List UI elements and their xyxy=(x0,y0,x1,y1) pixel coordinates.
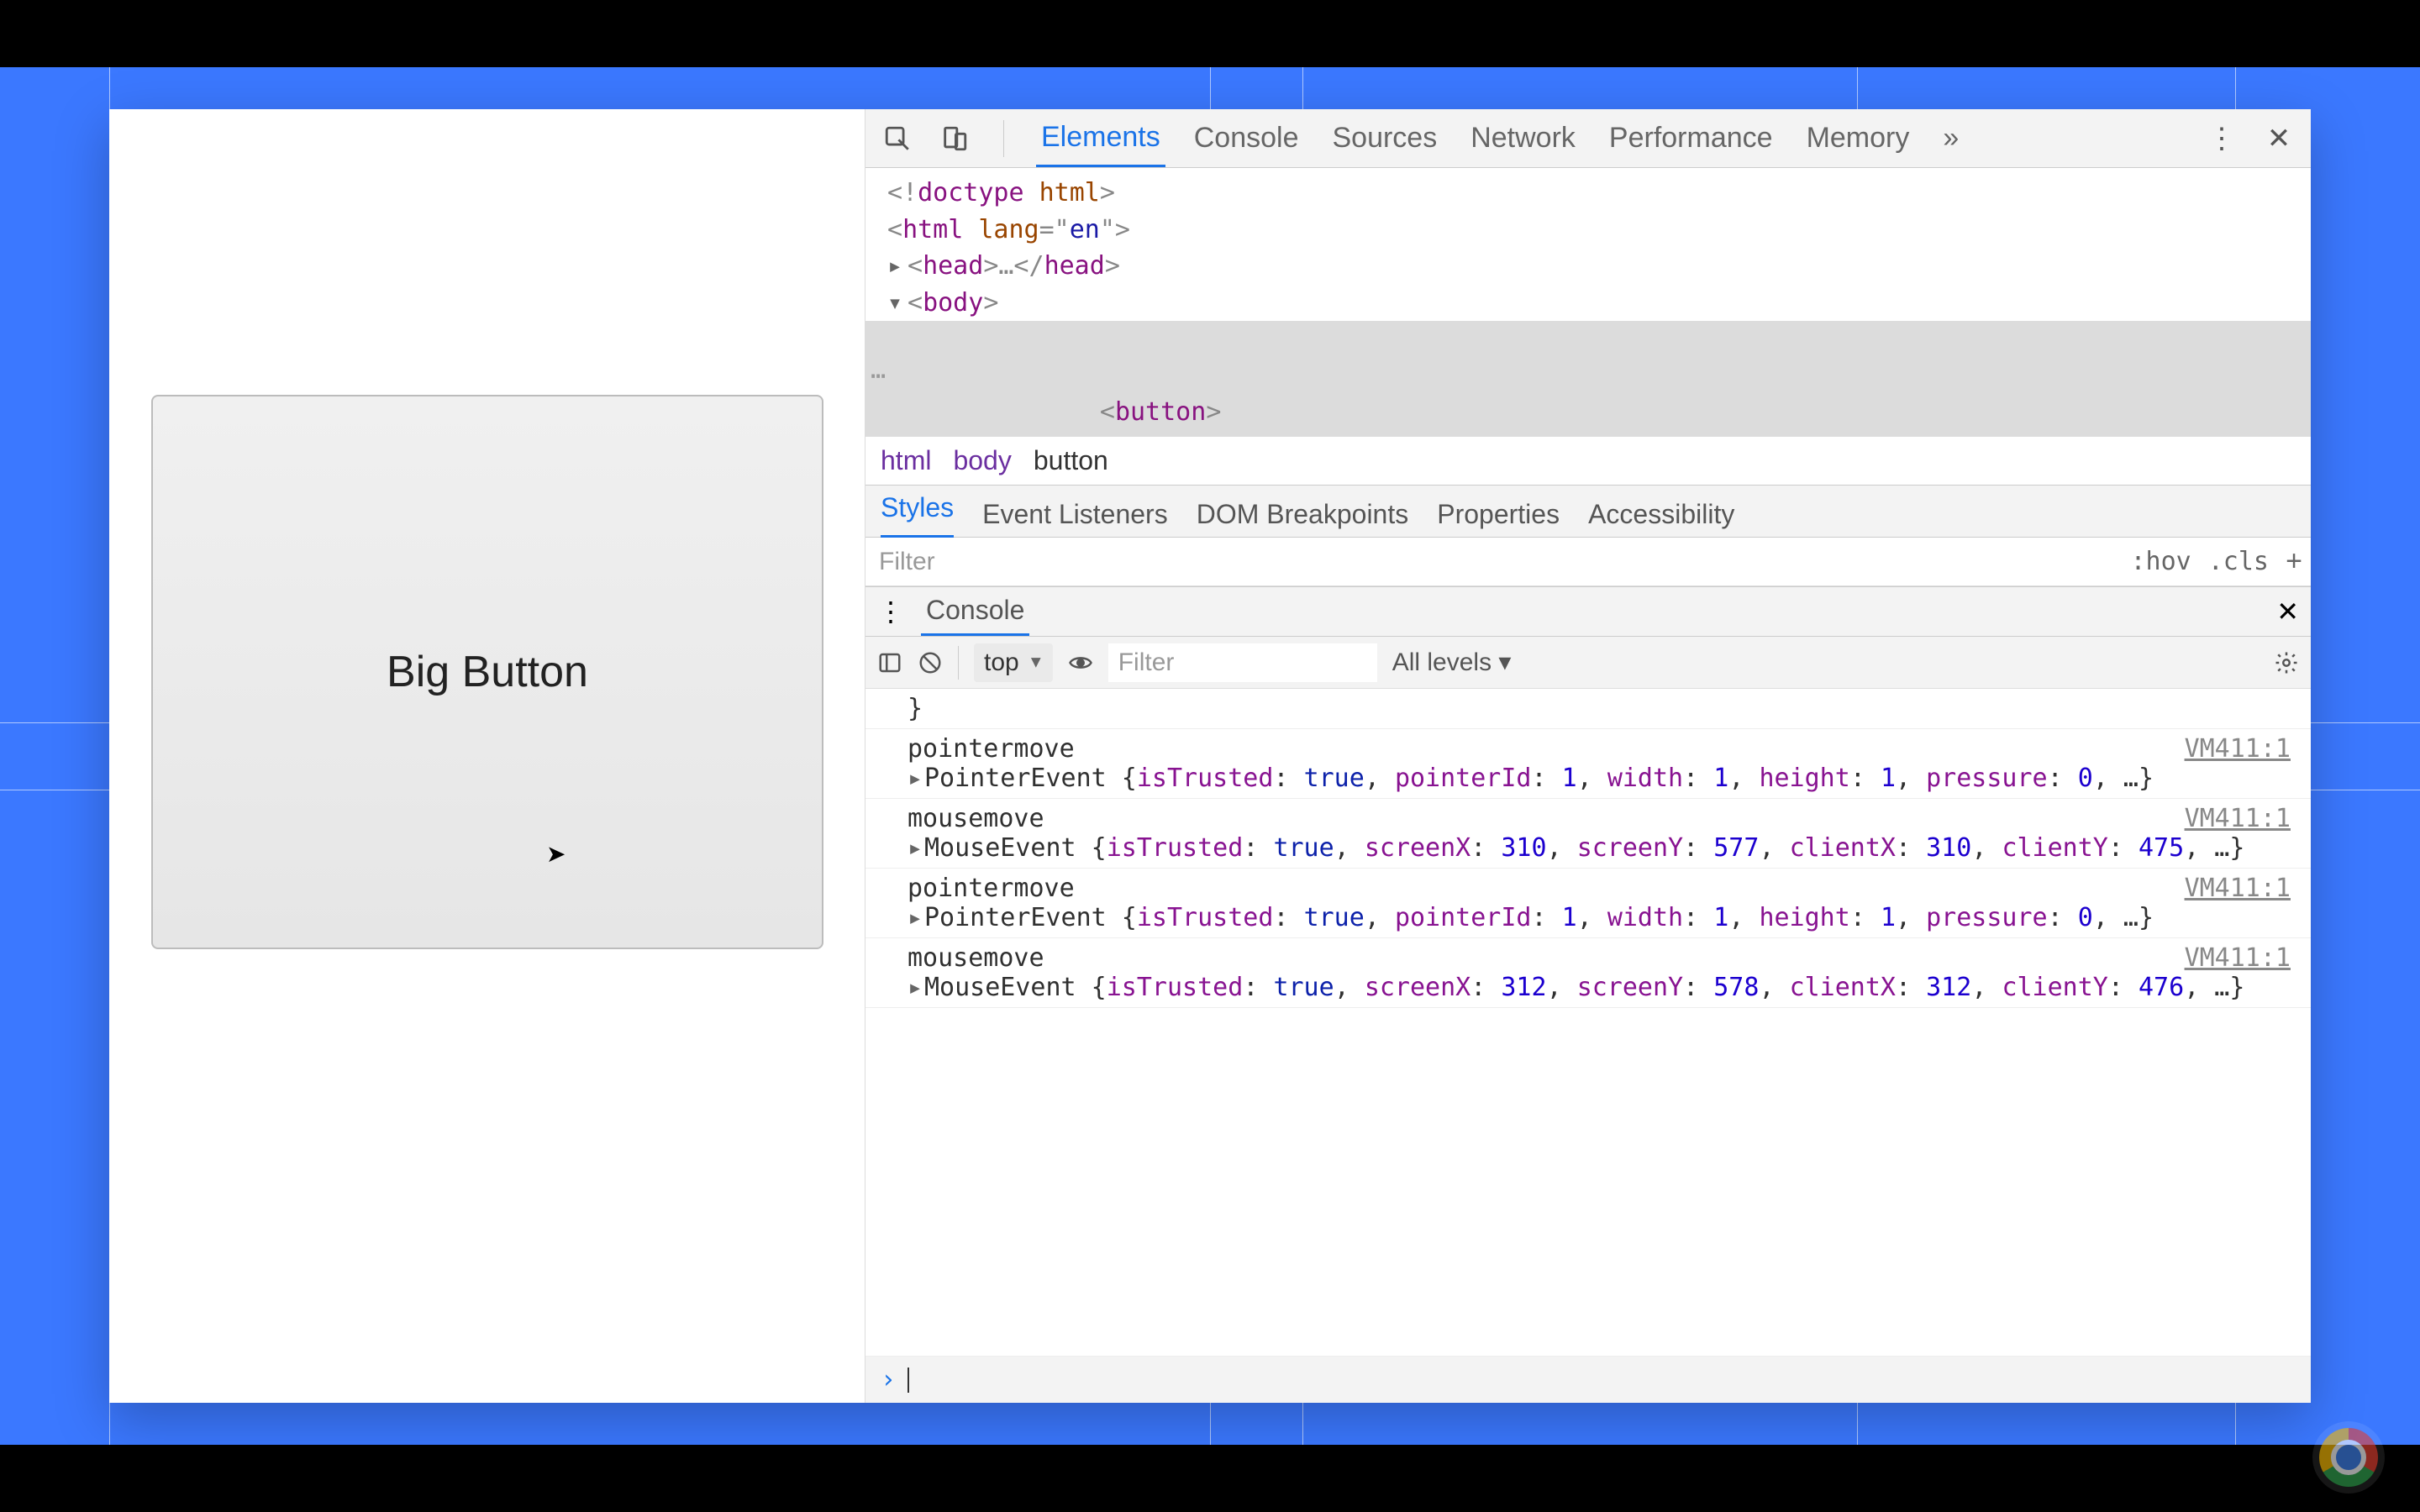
log-source-link[interactable]: VM411:1 xyxy=(2185,943,2291,973)
elements-subtabs: Styles Event Listeners DOM Breakpoints P… xyxy=(865,486,2311,538)
subtab-dom-breakpoints[interactable]: DOM Breakpoints xyxy=(1197,499,1409,530)
chrome-logo-icon xyxy=(2319,1428,2378,1487)
subtab-properties[interactable]: Properties xyxy=(1437,499,1560,530)
selected-node-ellipsis-icon: ⋯ xyxy=(871,358,886,395)
console-log-entry[interactable]: } xyxy=(865,689,2311,729)
console-prompt-chevron-icon: › xyxy=(881,1365,896,1394)
device-toggle-icon[interactable] xyxy=(938,122,971,155)
app-window: Big Button ➤ Elements Console Sources Ne… xyxy=(109,109,2311,1403)
tab-elements[interactable]: Elements xyxy=(1036,109,1165,167)
subtab-accessibility[interactable]: Accessibility xyxy=(1588,499,1734,530)
log-source-link[interactable]: VM411:1 xyxy=(2185,804,2291,833)
console-levels-select[interactable]: All levels ▾ xyxy=(1392,648,1512,677)
console-context-select[interactable]: top xyxy=(974,643,1053,682)
tab-memory[interactable]: Memory xyxy=(1802,109,1915,167)
drawer-header: ⋮ Console ✕ xyxy=(865,586,2311,637)
devtools-tabbar: Elements Console Sources Network Perform… xyxy=(865,109,2311,168)
close-devtools-icon[interactable]: ✕ xyxy=(2262,122,2296,155)
drawer-kebab-icon[interactable]: ⋮ xyxy=(877,596,904,627)
tab-performance[interactable]: Performance xyxy=(1604,109,1778,167)
drawer-tab-console[interactable]: Console xyxy=(921,587,1029,636)
kebab-menu-icon[interactable]: ⋮ xyxy=(2205,122,2238,155)
console-settings-icon[interactable] xyxy=(2274,650,2299,675)
styles-filter-input[interactable] xyxy=(865,548,2123,576)
tab-console[interactable]: Console xyxy=(1189,109,1304,167)
log-source-link[interactable]: VM411:1 xyxy=(2185,734,2291,764)
live-expression-icon[interactable] xyxy=(1068,650,1093,675)
elements-dom-tree[interactable]: <!doctype html> <html lang="en"> ▸<head>… xyxy=(865,168,2311,437)
elements-breadcrumb[interactable]: html body button xyxy=(865,437,2311,486)
inspect-icon[interactable] xyxy=(881,122,914,155)
styles-filter-row: :hov .cls + xyxy=(865,538,2311,586)
console-toolbar: top All levels ▾ xyxy=(865,637,2311,689)
tab-network[interactable]: Network xyxy=(1465,109,1581,167)
log-source-link[interactable]: VM411:1 xyxy=(2185,874,2291,903)
console-filter-input[interactable] xyxy=(1108,643,1377,682)
clear-console-icon[interactable] xyxy=(918,650,943,675)
console-prompt-caret xyxy=(908,1368,909,1393)
console-prompt[interactable]: › xyxy=(865,1356,2311,1403)
big-button-label: Big Button xyxy=(387,647,588,697)
console-log-entry[interactable]: pointermoveVM411:1PointerEvent {isTruste… xyxy=(865,729,2311,799)
breadcrumb-item[interactable]: html xyxy=(881,445,931,476)
console-log-entry[interactable]: mousemoveVM411:1MouseEvent {isTrusted: t… xyxy=(865,938,2311,1008)
drawer-close-icon[interactable]: ✕ xyxy=(2276,596,2299,627)
console-log[interactable]: }pointermoveVM411:1PointerEvent {isTrust… xyxy=(865,689,2311,1356)
console-sidebar-toggle-icon[interactable] xyxy=(877,650,902,675)
tab-overflow[interactable]: » xyxy=(1938,109,1964,167)
console-log-entry[interactable]: pointermoveVM411:1PointerEvent {isTruste… xyxy=(865,869,2311,938)
page-viewport: Big Button ➤ xyxy=(109,109,865,1403)
breadcrumb-item[interactable]: body xyxy=(953,445,1011,476)
subtab-styles[interactable]: Styles xyxy=(881,492,954,538)
subtab-event-listeners[interactable]: Event Listeners xyxy=(982,499,1168,530)
hov-toggle[interactable]: :hov xyxy=(2123,547,2200,576)
breadcrumb-item[interactable]: button xyxy=(1034,445,1108,476)
new-style-rule-button[interactable]: + xyxy=(2277,545,2311,578)
tab-sources[interactable]: Sources xyxy=(1327,109,1442,167)
console-log-entry[interactable]: mousemoveVM411:1MouseEvent {isTrusted: t… xyxy=(865,799,2311,869)
big-button[interactable]: Big Button xyxy=(151,395,823,949)
cls-toggle[interactable]: .cls xyxy=(2200,547,2277,576)
devtools-pane: Elements Console Sources Network Perform… xyxy=(865,109,2311,1403)
